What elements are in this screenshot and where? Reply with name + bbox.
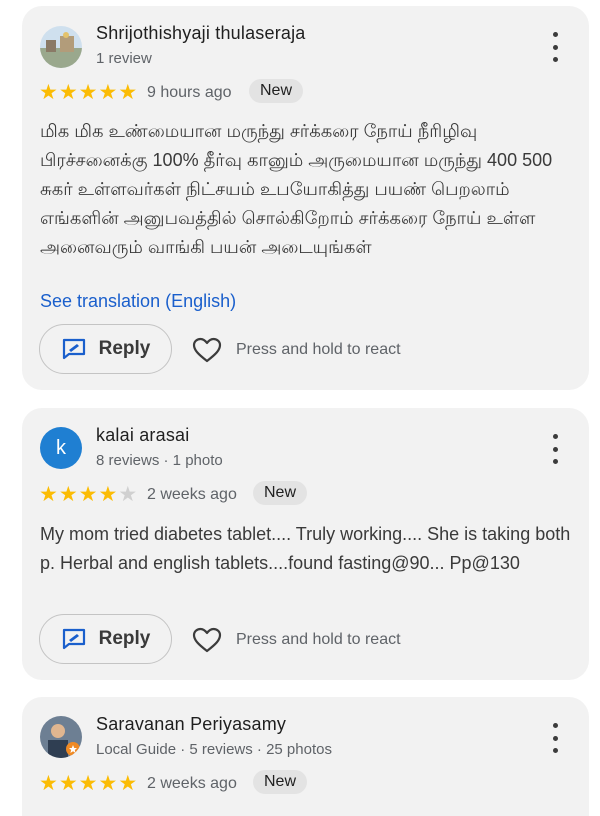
reviewer-meta: Local Guide · 5 reviews · 25 photos (96, 741, 332, 758)
avatar[interactable] (40, 716, 82, 758)
star-icon: ★ (39, 482, 58, 506)
star-icon: ★ (39, 771, 58, 795)
star-icon: ★ (78, 482, 98, 506)
reply-button[interactable]: Reply (39, 614, 172, 664)
reviewer-name[interactable]: Saravanan Periyasamy (96, 714, 286, 735)
reply-button[interactable]: Reply (39, 324, 172, 374)
star-icon: ★ (118, 771, 138, 795)
heart-icon (192, 627, 222, 653)
star-rating: ★ ★ ★ ★ ★ (39, 82, 137, 103)
review-text: My mom tried diabetes tablet.... Truly w… (40, 524, 571, 573)
star-icon: ★ (58, 771, 78, 795)
heart-icon (192, 337, 222, 363)
review-time: 2 weeks ago (147, 775, 237, 792)
reviewer-name[interactable]: kalai arasai (96, 425, 189, 446)
reviewer-name[interactable]: Shrijothishyaji thulaseraja (96, 23, 306, 44)
star-icon: ★ (58, 80, 78, 104)
react-label: Press and hold to react (236, 631, 401, 648)
star-icon: ★ (98, 482, 118, 506)
star-icon: ★ (118, 482, 138, 506)
review-time: 9 hours ago (147, 84, 232, 101)
star-icon: ★ (78, 80, 98, 104)
reply-icon (62, 628, 85, 650)
reviewer-meta: 1 review (96, 50, 152, 67)
review-card: Shrijothishyaji thulaseraja 1 review ★ ★… (22, 6, 589, 390)
star-icon: ★ (58, 482, 78, 506)
new-badge: New (253, 481, 308, 505)
star-rating: ★ ★ ★ ★ ★ (39, 773, 137, 794)
reviewer-meta: 8 reviews · 1 photo (96, 452, 223, 469)
star-icon: ★ (98, 80, 118, 104)
see-translation-link[interactable]: See translation (English) (40, 291, 236, 312)
review-card: Saravanan Periyasamy Local Guide · 5 rev… (22, 697, 589, 816)
review-text: மிக மிக உண்மையான மருந்து சர்க்கரை நோய் ந… (40, 121, 553, 257)
new-badge: New (253, 770, 308, 794)
star-icon: ★ (98, 771, 118, 795)
avatar[interactable]: k (40, 427, 82, 469)
star-icon: ★ (78, 771, 98, 795)
reply-icon (62, 338, 85, 360)
star-icon: ★ (118, 80, 138, 104)
new-badge: New (249, 79, 304, 103)
more-options-icon[interactable] (543, 32, 567, 62)
review-time: 2 weeks ago (147, 486, 237, 503)
react-control[interactable]: Press and hold to react (192, 337, 401, 363)
avatar[interactable] (40, 26, 82, 68)
more-options-icon[interactable] (543, 723, 567, 753)
star-rating: ★ ★ ★ ★ ★ (39, 484, 137, 505)
more-options-icon[interactable] (543, 434, 567, 464)
star-icon: ★ (39, 80, 58, 104)
react-label: Press and hold to react (236, 341, 401, 358)
react-control[interactable]: Press and hold to react (192, 627, 401, 653)
reply-label: Reply (98, 338, 151, 359)
reply-label: Reply (98, 628, 151, 649)
review-card: k kalai arasai 8 reviews · 1 photo ★ ★ ★… (22, 408, 589, 680)
